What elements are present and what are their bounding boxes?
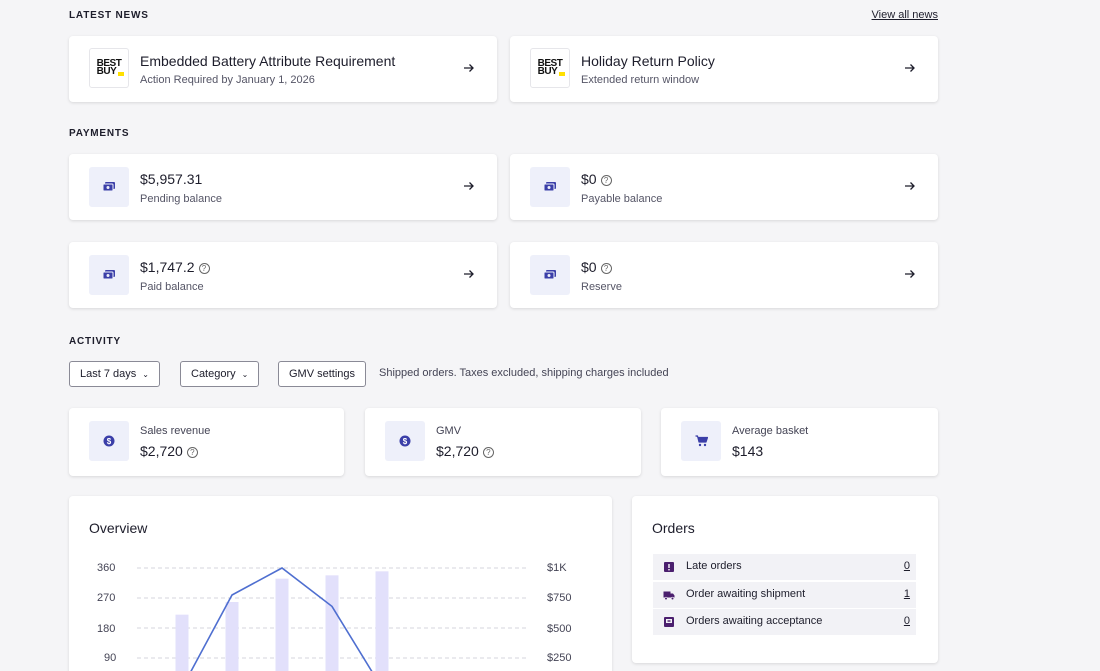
pending-balance-value: $5,957.31: [140, 171, 203, 187]
payments-section-title: PAYMENTS: [69, 128, 130, 139]
chevron-down-icon: ⌄: [241, 369, 249, 379]
paid-balance-label: Paid balance: [140, 281, 204, 293]
chevron-down-icon: ⌄: [142, 369, 149, 379]
chart-bar: [275, 578, 289, 671]
order-label: Orders awaiting acceptance: [686, 615, 823, 627]
news-title: Embedded Battery Attribute Requirement: [140, 53, 396, 69]
reserve-card[interactable]: $0? Reserve: [510, 242, 938, 308]
paid-balance-value: $1,747.2: [140, 259, 195, 275]
chart-bar: [225, 602, 239, 671]
gmv-card: $ GMV $2,720?: [365, 408, 641, 476]
pending-balance-card[interactable]: $5,957.31 Pending balance: [69, 154, 497, 220]
paid-balance-card[interactable]: $1,747.2? Paid balance: [69, 242, 497, 308]
period-dropdown[interactable]: Last 7 days ⌄: [69, 361, 160, 387]
dollar-coin-icon: $: [385, 421, 425, 461]
svg-text:$: $: [107, 437, 112, 446]
overview-chart: [137, 567, 529, 671]
sales-revenue-card: $ Sales revenue $2,720?: [69, 408, 344, 476]
late-orders-count[interactable]: 0: [904, 560, 910, 572]
order-label: Order awaiting shipment: [686, 588, 806, 600]
stat-label: Average basket: [732, 425, 809, 437]
period-label: Last 7 days: [80, 368, 137, 380]
news-card-holiday[interactable]: BEST BUY Holiday Return Policy Extended r…: [510, 36, 938, 102]
orders-panel: Orders Late orders 0 Order awaiting ship…: [632, 496, 938, 663]
gmv-settings-label: GMV settings: [289, 368, 356, 380]
activity-section-title: ACTIVITY: [69, 336, 121, 347]
cash-icon: [530, 167, 570, 207]
stat-label: Sales revenue: [140, 425, 211, 437]
stat-value: $2,720: [436, 443, 479, 459]
truck-icon: [663, 591, 675, 601]
cash-icon: [89, 167, 129, 207]
chart-bar: [325, 575, 339, 671]
payable-balance-card[interactable]: $0? Payable balance: [510, 154, 938, 220]
stat-value: $2,720: [140, 443, 183, 459]
cash-icon: [89, 255, 129, 295]
help-icon[interactable]: ?: [482, 447, 494, 458]
late-orders-row: Late orders 0: [653, 554, 916, 580]
inbox-icon: [664, 617, 674, 627]
news-section-title: LATEST NEWS: [69, 10, 149, 21]
chart-bar: [175, 614, 189, 671]
overview-panel: Overview 360 270 180 90 $1K $750 $500 $2…: [69, 496, 612, 671]
arrow-right-icon[interactable]: [904, 180, 916, 192]
alert-icon: [664, 562, 674, 572]
view-all-news-link[interactable]: View all news: [872, 9, 938, 21]
arrow-right-icon[interactable]: [463, 268, 475, 280]
shopping-cart-icon: [681, 421, 721, 461]
orders-title: Orders: [652, 520, 695, 536]
chart-bar: [375, 571, 389, 671]
awaiting-acceptance-count[interactable]: 0: [904, 615, 910, 627]
awaiting-acceptance-row: Orders awaiting acceptance 0: [653, 609, 916, 635]
help-icon[interactable]: ?: [600, 263, 612, 274]
arrow-right-icon[interactable]: [904, 62, 916, 74]
help-icon[interactable]: ?: [600, 175, 612, 186]
reserve-value: $0: [581, 259, 597, 275]
order-label: Late orders: [686, 560, 742, 572]
average-basket-card: Average basket $143: [661, 408, 938, 476]
bestbuy-logo: BEST BUY: [530, 48, 570, 88]
bestbuy-logo: BEST BUY: [89, 48, 129, 88]
awaiting-shipment-count[interactable]: 1: [904, 588, 910, 600]
category-label: Category: [191, 368, 236, 380]
pending-balance-label: Pending balance: [140, 193, 222, 205]
news-title: Holiday Return Policy: [581, 53, 715, 69]
gmv-settings-button[interactable]: GMV settings: [278, 361, 367, 387]
news-card-battery[interactable]: BEST BUY Embedded Battery Attribute Requi…: [69, 36, 497, 102]
arrow-right-icon[interactable]: [463, 180, 475, 192]
awaiting-shipment-row: Order awaiting shipment 1: [653, 582, 916, 608]
activity-note: Shipped orders. Taxes excluded, shipping…: [379, 367, 669, 379]
stat-value: $143: [732, 443, 764, 459]
payable-balance-label: Payable balance: [581, 193, 663, 205]
news-subtitle: Action Required by January 1, 2026: [140, 74, 315, 86]
svg-text:$: $: [403, 437, 408, 446]
payable-balance-value: $0: [581, 171, 597, 187]
category-dropdown[interactable]: Category ⌄: [180, 361, 260, 387]
dollar-coin-icon: $: [89, 421, 129, 461]
arrow-right-icon[interactable]: [904, 268, 916, 280]
reserve-label: Reserve: [581, 281, 622, 293]
cash-icon: [530, 255, 570, 295]
stat-label: GMV: [436, 425, 462, 437]
arrow-right-icon[interactable]: [463, 62, 475, 74]
help-icon[interactable]: ?: [198, 263, 210, 274]
help-icon[interactable]: ?: [186, 447, 198, 458]
news-subtitle: Extended return window: [581, 74, 700, 86]
